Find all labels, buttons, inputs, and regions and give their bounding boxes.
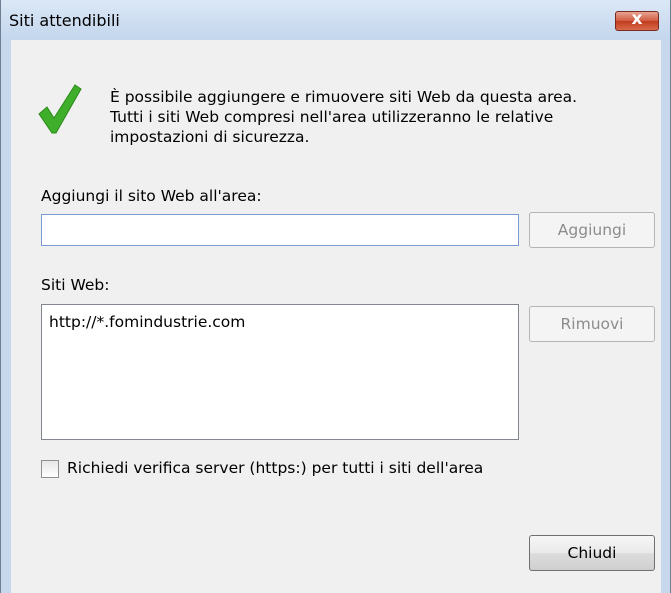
info-line-1: È possibile aggiungere e rimuovere siti … <box>110 88 578 106</box>
close-window-button[interactable]: x <box>615 9 659 31</box>
info-line-3: impostazioni di sicurezza. <box>110 128 310 146</box>
close-button[interactable]: Chiudi <box>529 535 655 571</box>
add-site-input[interactable] <box>41 214 519 246</box>
https-checkbox[interactable] <box>41 460 59 478</box>
websites-label: Siti Web: <box>41 276 110 294</box>
close-icon: x <box>631 9 643 29</box>
add-button[interactable]: Aggiungi <box>529 212 655 248</box>
info-line-2: Tutti i siti Web compresi nell'area util… <box>110 108 554 126</box>
dialog-body: È possibile aggiungere e rimuovere siti … <box>11 40 661 593</box>
green-check-icon <box>38 84 82 134</box>
dialog-window: Siti attendibili x È possibile aggiunger… <box>0 0 671 593</box>
remove-button[interactable]: Rimuovi <box>529 306 655 342</box>
list-item[interactable]: http://*.fomindustrie.com <box>49 313 245 331</box>
add-site-label: Aggiungi il sito Web all'area: <box>41 187 262 205</box>
websites-list[interactable]: http://*.fomindustrie.com <box>41 304 519 440</box>
title-bar[interactable]: Siti attendibili x <box>1 0 670 40</box>
https-checkbox-label[interactable]: Richiedi verifica server (https:) per tu… <box>67 459 483 477</box>
window-title: Siti attendibili <box>9 11 120 30</box>
info-text: È possibile aggiungere e rimuovere siti … <box>110 87 577 147</box>
